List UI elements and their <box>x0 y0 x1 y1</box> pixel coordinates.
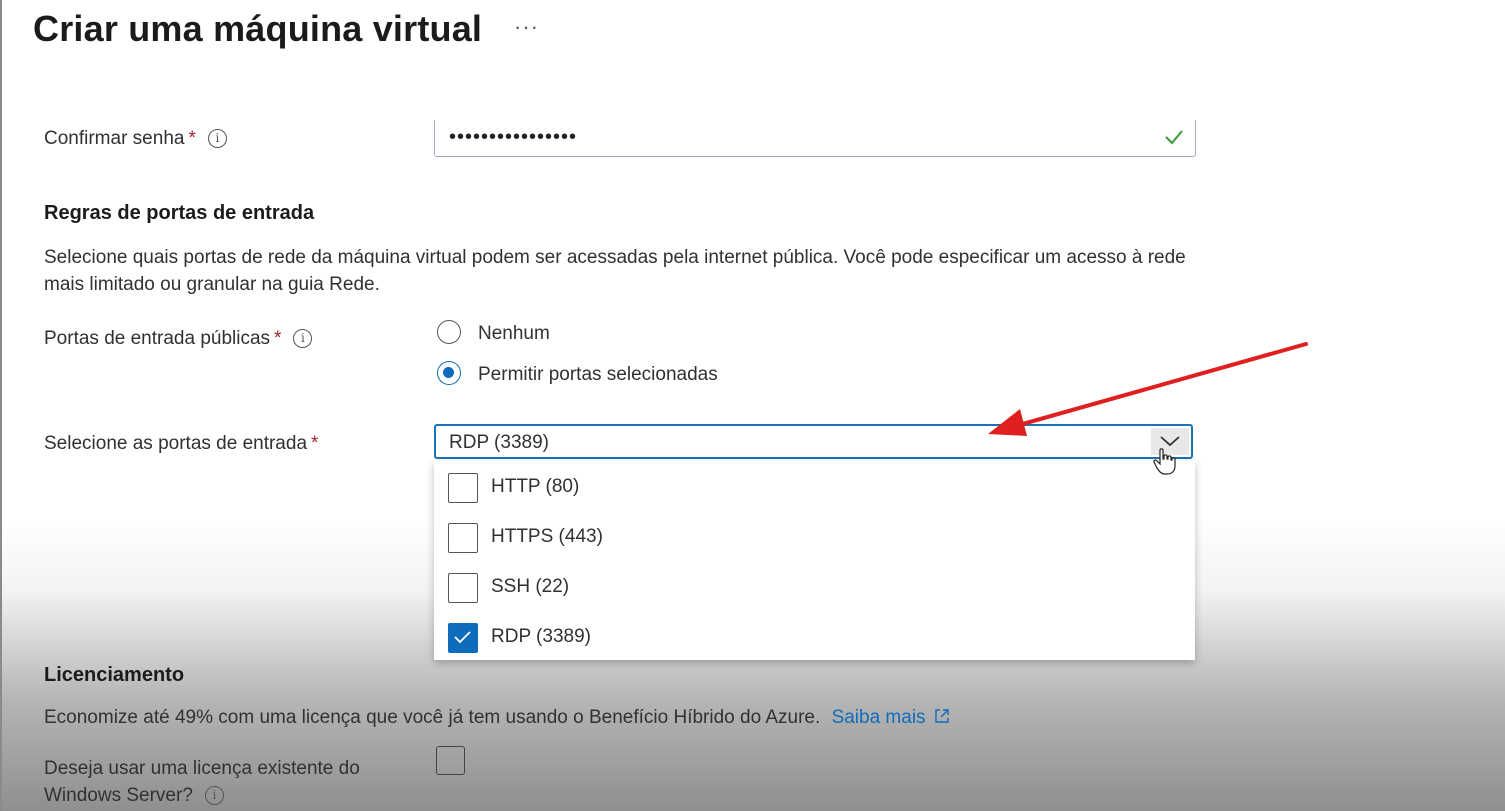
public-ports-label-text: Portas de entrada públicas <box>44 328 271 349</box>
confirm-password-label: Confirmar senha * i <box>44 128 227 150</box>
existing-license-question-line1: Deseja usar uma licença existente do <box>44 758 360 779</box>
port-option-http[interactable]: HTTP (80) <box>434 463 1195 513</box>
port-option-https[interactable]: HTTPS (443) <box>434 513 1195 563</box>
info-icon[interactable]: i <box>204 786 224 806</box>
radio-permitir-portas-label[interactable]: Permitir portas selecionadas <box>478 364 718 386</box>
info-icon[interactable]: i <box>207 129 227 149</box>
confirm-password-input[interactable]: •••••••••••••••• <box>434 120 1196 157</box>
licensing-description: Economize até 49% com uma licença que vo… <box>44 707 950 729</box>
learn-more-link[interactable]: Saiba mais <box>832 707 950 728</box>
learn-more-link-text: Saiba mais <box>831 707 926 728</box>
checkmark-icon <box>454 631 471 644</box>
select-ports-label-text: Selecione as portas de entrada <box>44 433 308 454</box>
inbound-ports-selected-value: RDP (3389) <box>449 432 549 453</box>
valid-check-icon <box>1165 130 1183 145</box>
checkbox[interactable] <box>448 573 478 603</box>
radio-permitir-portas[interactable] <box>437 361 461 385</box>
port-option-ssh[interactable]: SSH (22) <box>434 563 1195 613</box>
checkbox[interactable] <box>448 523 478 553</box>
checkbox[interactable] <box>448 473 478 503</box>
public-ports-label: Portas de entrada públicas * i <box>44 328 313 350</box>
external-link-icon <box>935 709 949 723</box>
inbound-rules-heading: Regras de portas de entrada <box>44 202 315 224</box>
more-options-button[interactable]: ··· <box>514 14 539 40</box>
required-mark: * <box>188 128 196 149</box>
radio-nenhum[interactable] <box>437 320 461 344</box>
inbound-ports-listbox: HTTP (80) HTTPS (443) SSH (22) RDP (3389… <box>434 461 1195 660</box>
port-option-rdp[interactable]: RDP (3389) <box>434 613 1195 663</box>
window-left-border <box>0 0 2 811</box>
existing-license-checkbox[interactable] <box>436 746 465 775</box>
existing-license-question-line2-row: Windows Server? i <box>44 782 360 809</box>
licensing-heading: Licenciamento <box>44 664 185 686</box>
inbound-rules-description: Selecione quais portas de rede da máquin… <box>44 247 1186 295</box>
select-ports-label: Selecione as portas de entrada * <box>44 433 318 455</box>
checkbox-checked[interactable] <box>448 623 478 653</box>
page-title: Criar uma máquina virtual <box>33 8 483 49</box>
required-mark: * <box>311 433 319 454</box>
port-option-label: HTTP (80) <box>491 476 580 497</box>
confirm-password-value: •••••••••••••••• <box>449 126 578 148</box>
required-mark: * <box>274 328 282 349</box>
hand-cursor-icon <box>1153 448 1176 475</box>
confirm-password-label-text: Confirmar senha <box>44 128 185 149</box>
licensing-description-text: Economize até 49% com uma licença que vo… <box>44 707 821 728</box>
annotation-arrow-icon <box>988 342 1308 436</box>
port-option-label: HTTPS (443) <box>491 526 603 547</box>
existing-license-question: Deseja usar uma licença existente do Win… <box>44 755 360 809</box>
radio-nenhum-label[interactable]: Nenhum <box>478 323 550 345</box>
existing-license-question-line2: Windows Server? <box>44 785 193 806</box>
port-option-label: SSH (22) <box>491 576 570 597</box>
port-option-label: RDP (3389) <box>491 626 591 647</box>
info-icon[interactable]: i <box>293 329 313 349</box>
